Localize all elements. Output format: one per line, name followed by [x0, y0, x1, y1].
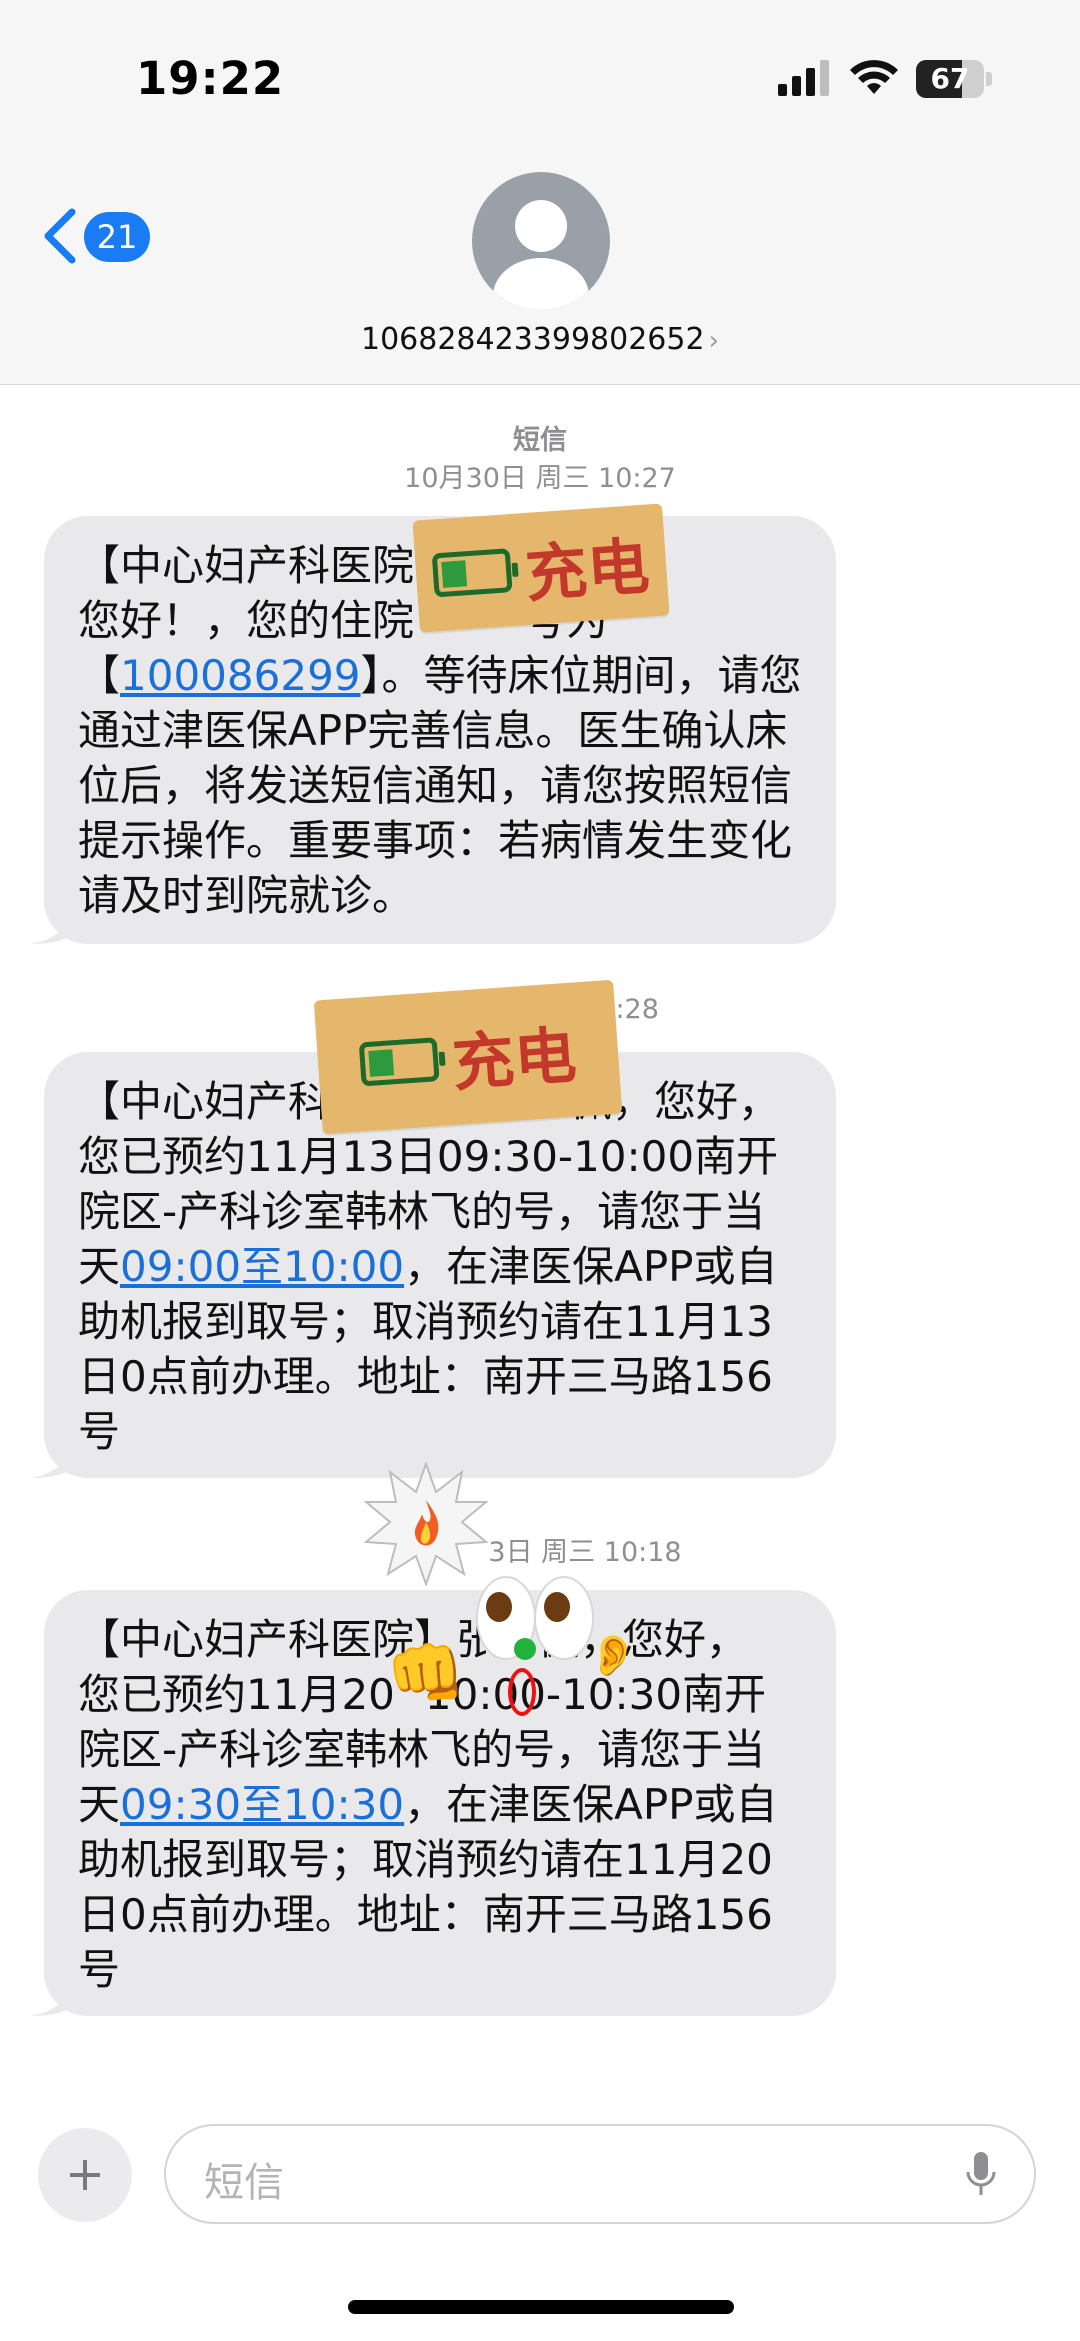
- sticker-text: 充电: [449, 1018, 579, 1101]
- charge-sticker[interactable]: 充电: [313, 979, 623, 1135]
- message-text: 【: [78, 651, 121, 700]
- avatar-silhouette: [493, 200, 589, 310]
- battery-percent: 67: [930, 62, 970, 95]
- fist-icon[interactable]: 👊: [386, 1636, 466, 1711]
- chevron-left-icon: [44, 208, 76, 264]
- microphone-icon[interactable]: [964, 2150, 998, 2200]
- sticker-text: 充电: [522, 529, 652, 612]
- status-bar: 19:22 67: [0, 0, 1080, 160]
- back-button[interactable]: 21: [40, 206, 150, 266]
- message-text: 您好！，您的住院: [78, 596, 415, 645]
- chevron-right-icon: ›: [708, 326, 719, 356]
- battery-tip: [986, 72, 992, 86]
- bubble-tail: [30, 1982, 70, 2016]
- charge-sticker[interactable]: 充电: [412, 503, 670, 633]
- time-range-link[interactable]: 09:30至10:30: [120, 1780, 404, 1829]
- time-range-link[interactable]: 09:00至10:00: [120, 1242, 404, 1291]
- ear-icon[interactable]: 👂: [588, 1632, 638, 1679]
- home-indicator[interactable]: [348, 2300, 734, 2314]
- message-input[interactable]: 短信: [164, 2124, 1036, 2224]
- service-name: 短信: [513, 425, 567, 456]
- unread-count-badge: 21: [84, 212, 150, 262]
- message-text: 您已预约11月20: [78, 1670, 395, 1719]
- message-text: 【中心妇产科: [78, 1077, 331, 1126]
- timestamp-1: 10月30日 周三 10:27: [404, 463, 676, 494]
- mouth-sticker: [508, 1668, 536, 1716]
- phone-number-link[interactable]: 100086299: [120, 651, 361, 700]
- plus-button[interactable]: [38, 2128, 132, 2222]
- timestamp-3: 3日 周三 10:18: [488, 1537, 682, 1568]
- contact-name-button[interactable]: 106828423399802652 ›: [0, 322, 1080, 357]
- message-text: 【中心妇产科医院: [78, 541, 415, 590]
- bubble-tail: [30, 910, 70, 944]
- right-eye: [534, 1576, 594, 1660]
- contact-number: 106828423399802652: [361, 322, 705, 357]
- battery-low-sticker-icon: [431, 548, 513, 598]
- conversation-header: 19:22 67 21 106828423399802652 ›: [0, 0, 1080, 385]
- cellular-signal-icon: [778, 60, 829, 96]
- service-label: 短信: [0, 418, 1080, 457]
- bubble-tail: [30, 1444, 70, 1478]
- status-time: 19:22: [136, 52, 285, 105]
- fire-burst-icon[interactable]: [364, 1462, 488, 1586]
- wifi-icon: [850, 60, 898, 94]
- nose-sticker: [514, 1638, 536, 1660]
- battery-icon: 67: [916, 60, 984, 98]
- avatar-icon[interactable]: [472, 172, 610, 310]
- message-input-placeholder: 短信: [204, 2160, 284, 2206]
- battery-low-sticker-icon: [358, 1037, 440, 1087]
